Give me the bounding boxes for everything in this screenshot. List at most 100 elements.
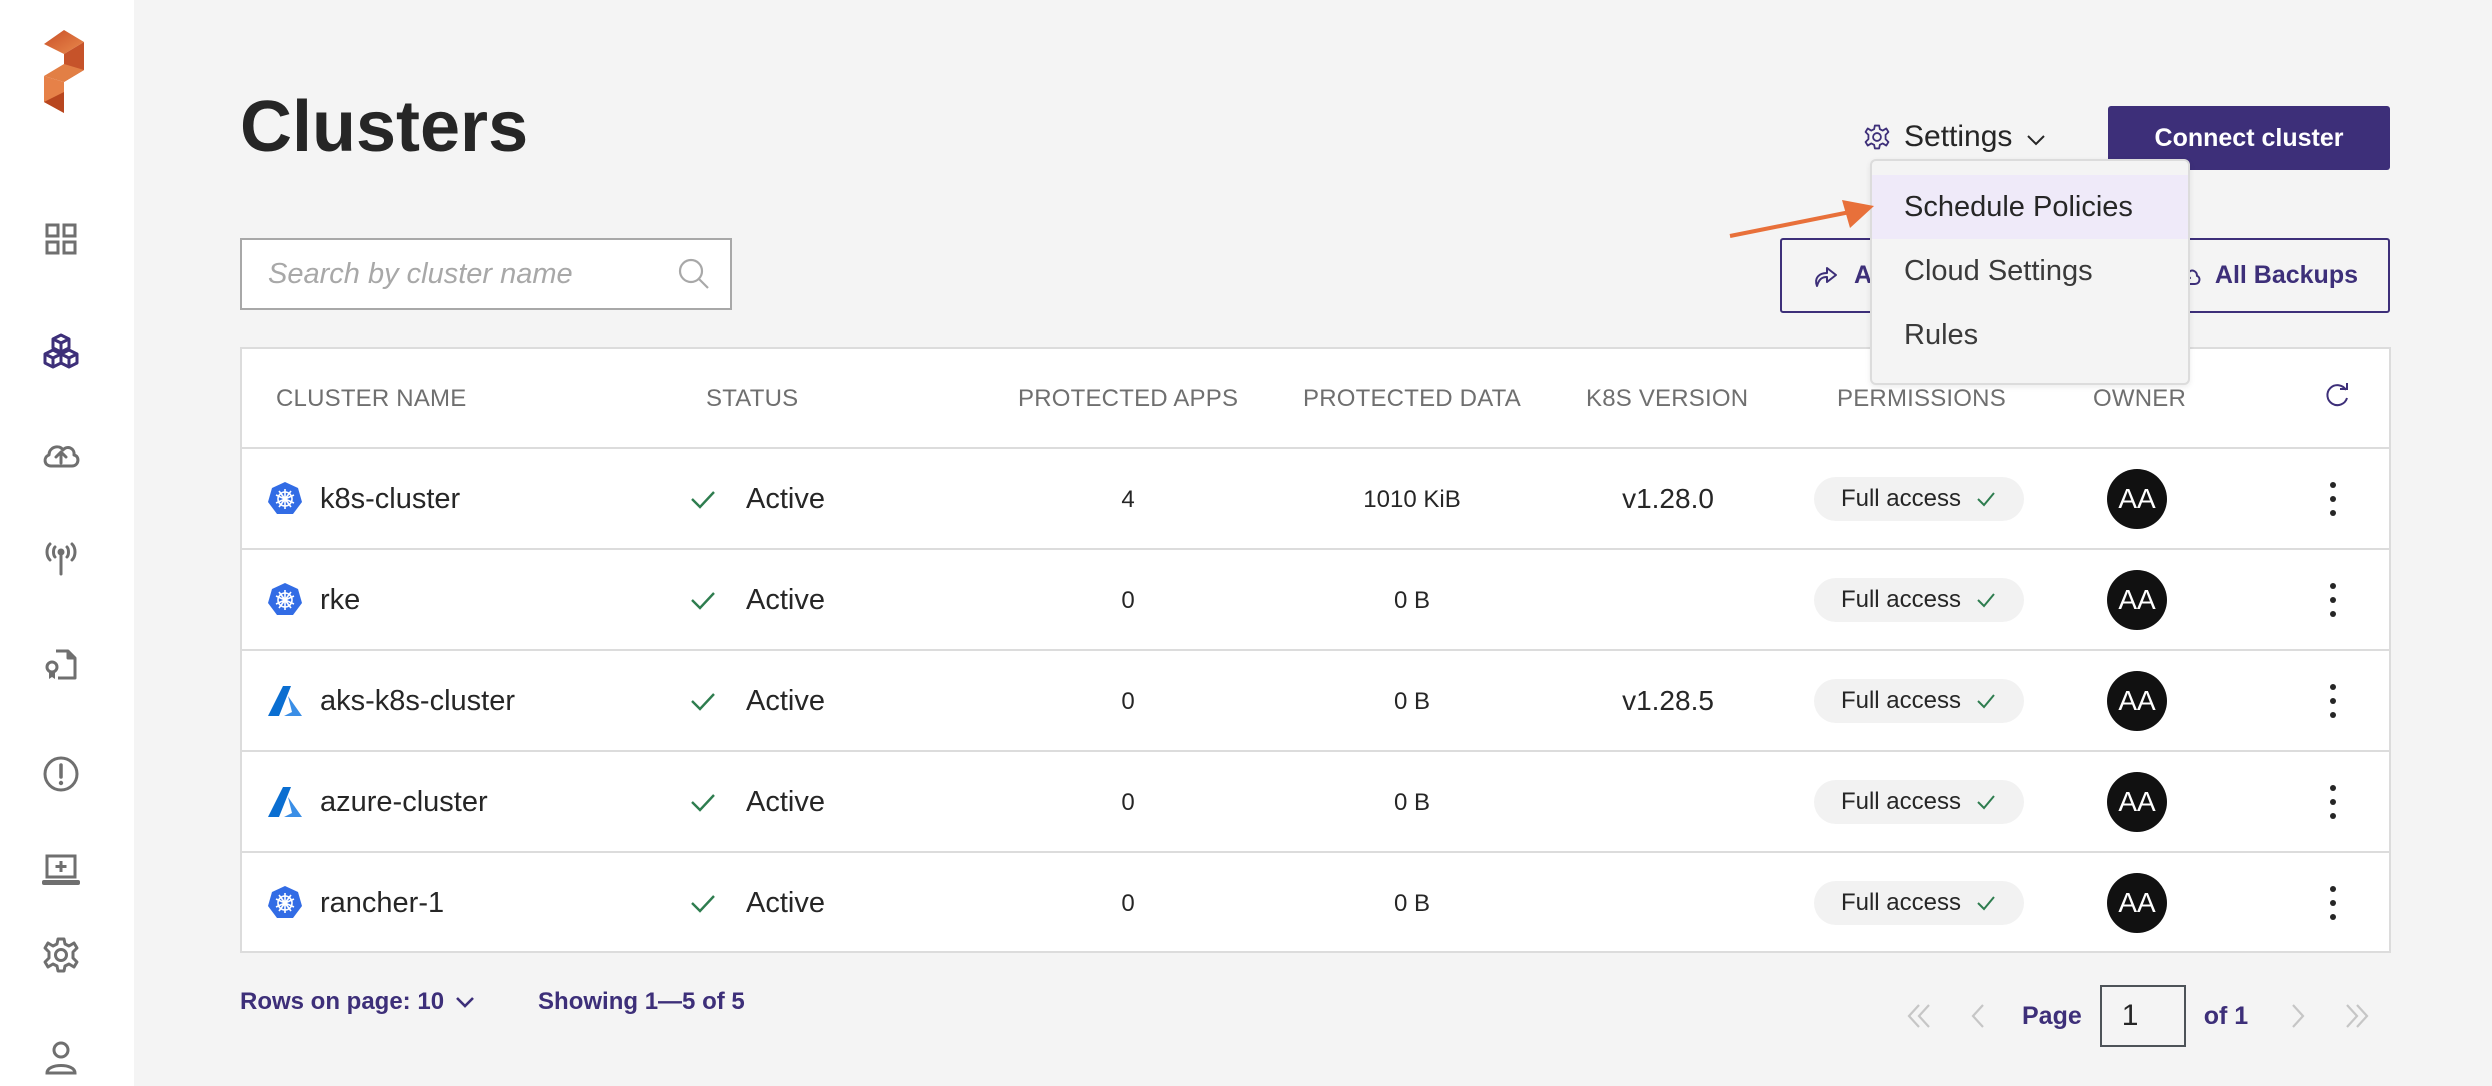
cloud-upload-icon	[43, 445, 80, 468]
search-icon[interactable]	[676, 256, 712, 292]
share-arrow-icon	[1815, 266, 1837, 287]
column-header-protected-apps[interactable]: Protected Apps	[1018, 385, 1238, 413]
page-number-input[interactable]	[2099, 985, 2186, 1047]
rows-per-page-select[interactable]: Rows on page: 10	[240, 988, 476, 1016]
chevron-down-icon	[456, 997, 474, 1008]
status-cell: Active	[688, 578, 825, 622]
overflow-menu-icon	[2330, 785, 2336, 819]
permission-text: Full access	[1840, 485, 1962, 512]
owner-avatar[interactable]: AA	[2107, 570, 2167, 630]
owner-avatar[interactable]: AA	[2107, 469, 2167, 529]
column-header-permissions[interactable]: Permissions	[1837, 385, 2006, 413]
settings-dropdown-button[interactable]: Settings	[1862, 116, 2048, 158]
check-icon	[1977, 795, 1995, 810]
permission-text: Full access	[1840, 586, 1962, 613]
sidebar-item-clusters[interactable]	[37, 328, 85, 376]
protected-data-value: 0 B	[1393, 789, 1431, 816]
permission-badge: Full access	[1814, 477, 2024, 521]
permission-text: Full access	[1840, 889, 1962, 916]
row-actions-button[interactable]	[2318, 575, 2348, 625]
menu-item-cloud-settings[interactable]: Cloud Settings	[1872, 239, 2188, 303]
overflow-menu-icon	[2330, 684, 2336, 718]
menu-item-schedule-policies[interactable]: Schedule Policies	[1872, 175, 2188, 239]
last-page-button[interactable]	[2336, 996, 2376, 1036]
status-cell: Active	[688, 881, 825, 925]
laptop-add-icon	[42, 854, 80, 885]
check-icon	[1977, 896, 1995, 911]
sidebar-item-remote[interactable]	[37, 533, 85, 581]
sidebar-item-add[interactable]	[37, 846, 85, 894]
cluster-name[interactable]: aks-k8s-cluster	[320, 685, 515, 718]
table-row[interactable]: rancher-1 Active 0 0 B Full access AA	[242, 853, 2389, 954]
check-icon	[691, 592, 715, 610]
azure-icon	[268, 787, 302, 817]
status-text: Active	[746, 583, 825, 616]
azure-icon	[268, 686, 302, 716]
license-certificate-icon	[45, 649, 77, 680]
check-icon	[691, 491, 715, 509]
previous-page-button[interactable]	[1958, 996, 1998, 1036]
check-icon	[1977, 694, 1995, 709]
permission-text: Full access	[1840, 687, 1962, 714]
table-row[interactable]: azure-cluster Active 0 0 B Full access AA	[242, 752, 2389, 853]
table-row[interactable]: k8s-cluster Active 4 1010 KiB v1.28.0 Full ac…	[242, 449, 2389, 550]
status-text: Active	[746, 482, 825, 515]
cluster-name-cell[interactable]: k8s-cluster	[266, 477, 460, 521]
cluster-name[interactable]: k8s-cluster	[320, 483, 460, 516]
double-chevron-left-icon	[1907, 1004, 1930, 1028]
table-row[interactable]: rke Active 0 0 B Full access AA	[242, 550, 2389, 651]
search-input[interactable]	[242, 240, 676, 308]
column-header-protected-data[interactable]: Protected Data	[1303, 385, 1521, 413]
status-text: Active	[746, 785, 825, 818]
sidebar-item-backups[interactable]	[37, 430, 85, 478]
row-actions-button[interactable]	[2318, 777, 2348, 827]
owner-avatar[interactable]: AA	[2107, 772, 2167, 832]
cluster-name-cell[interactable]: rancher-1	[266, 881, 444, 925]
cluster-name-cell[interactable]: azure-cluster	[266, 780, 488, 824]
cluster-name[interactable]: rke	[320, 584, 360, 617]
cluster-name-cell[interactable]: aks-k8s-cluster	[266, 679, 515, 723]
sidebar-item-alerts[interactable]	[37, 750, 85, 798]
sidebar-item-dashboard[interactable]	[37, 215, 85, 263]
owner-avatar[interactable]: AA	[2107, 671, 2167, 731]
sidebar-item-settings[interactable]	[37, 931, 85, 979]
row-actions-button[interactable]	[2318, 474, 2348, 524]
overflow-menu-icon	[2330, 583, 2336, 617]
column-header-cluster-name[interactable]: Cluster Name	[276, 385, 466, 413]
column-header-k8s-version[interactable]: K8s Version	[1586, 385, 1748, 413]
column-header-owner[interactable]: Owner	[2093, 385, 2186, 413]
first-page-button[interactable]	[1900, 996, 1940, 1036]
pagination: Page of 1	[1900, 984, 2376, 1048]
portworx-logo[interactable]	[36, 30, 88, 120]
column-header-status[interactable]: Status	[706, 385, 798, 413]
check-icon	[691, 895, 715, 913]
protected-data-value: 0 B	[1393, 688, 1431, 715]
sidebar	[0, 0, 134, 1086]
protected-data-value: 1010 KiB	[1363, 486, 1461, 513]
cluster-name[interactable]: rancher-1	[320, 887, 444, 920]
showing-count: Showing 1—5 of 5	[538, 988, 745, 1015]
annotation-arrow-icon	[1729, 200, 1874, 238]
row-actions-button[interactable]	[2318, 878, 2348, 928]
kubernetes-icon	[268, 583, 302, 615]
permission-badge: Full access	[1814, 679, 2024, 723]
sidebar-item-user[interactable]	[37, 1034, 85, 1082]
table-row[interactable]: aks-k8s-cluster Active 0 0 B v1.28.5 Full acc…	[242, 651, 2389, 752]
cluster-name-cell[interactable]: rke	[266, 578, 360, 622]
page-label: Page	[2022, 1001, 2082, 1030]
protected-apps-value: 0	[1121, 789, 1135, 816]
check-icon	[691, 794, 715, 812]
row-actions-button[interactable]	[2318, 676, 2348, 726]
protected-apps-value: 0	[1121, 688, 1135, 715]
double-chevron-right-icon	[2346, 1004, 2369, 1028]
sidebar-item-license[interactable]	[37, 640, 85, 688]
status-cell: Active	[688, 679, 825, 723]
clusters-table: Cluster Name Status Protected Apps Prote…	[240, 347, 2391, 953]
refresh-icon[interactable]	[2322, 381, 2352, 411]
cluster-name[interactable]: azure-cluster	[320, 786, 488, 819]
check-icon	[691, 693, 715, 711]
menu-item-rules[interactable]: Rules	[1872, 303, 2188, 367]
next-page-button[interactable]	[2278, 996, 2318, 1036]
owner-avatar[interactable]: AA	[2107, 873, 2167, 933]
page-title: Clusters	[240, 87, 529, 167]
